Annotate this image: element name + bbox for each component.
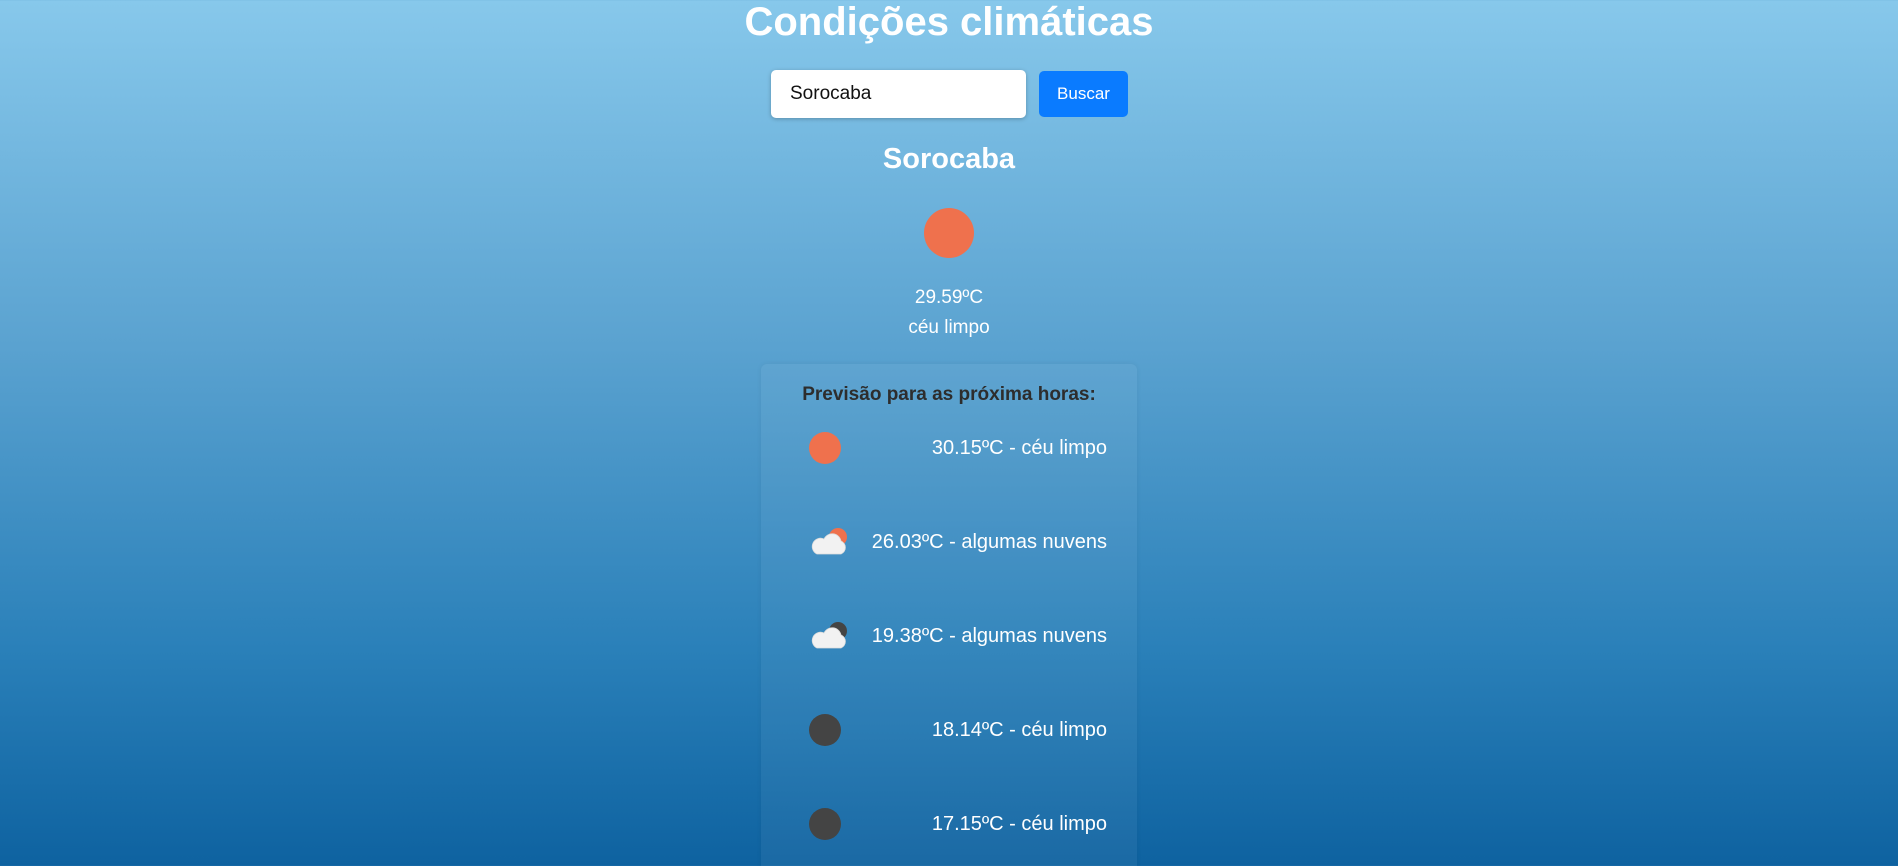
forecast-item: 30.15ºC - céu limpo [791,432,1107,464]
forecast-item-text: 17.15ºC - céu limpo [931,813,1107,835]
search-bar: Buscar [771,70,1128,118]
forecast-item-text: 30.15ºC - céu limpo [931,437,1107,459]
forecast-item: 26.03ºC - algumas nuvens [791,527,1107,557]
cloud-moon-icon [809,620,851,652]
moon-icon [809,714,841,746]
page-title: Condições climáticas [744,0,1154,44]
forecast-item-text: 18.14ºC - céu limpo [931,719,1107,741]
moon-icon [809,808,841,840]
weather-app: Condições climáticas Buscar Sorocaba 29.… [0,0,1898,866]
search-input[interactable] [771,70,1026,118]
forecast-list: 30.15ºC - céu limpo 26.03ºC - algumas nu… [791,432,1107,840]
city-name: Sorocaba [882,143,1016,175]
sun-icon [924,208,974,258]
cloud-sun-icon [809,526,851,558]
search-button[interactable]: Buscar [1039,71,1128,117]
forecast-item: 18.14ºC - céu limpo [791,714,1107,746]
forecast-item: 17.15ºC - céu limpo [791,808,1107,840]
forecast-item-text: 26.03ºC - algumas nuvens [871,531,1107,553]
sun-icon [809,432,841,464]
current-temperature: 29.59ºC [914,287,984,308]
forecast-item-text: 19.38ºC - algumas nuvens [871,625,1107,647]
forecast-panel: Previsão para as próxima horas: 30.15ºC … [761,364,1137,866]
forecast-title: Previsão para as próxima horas: [802,384,1096,405]
forecast-item: 19.38ºC - algumas nuvens [791,621,1107,651]
current-description: céu limpo [908,317,990,338]
